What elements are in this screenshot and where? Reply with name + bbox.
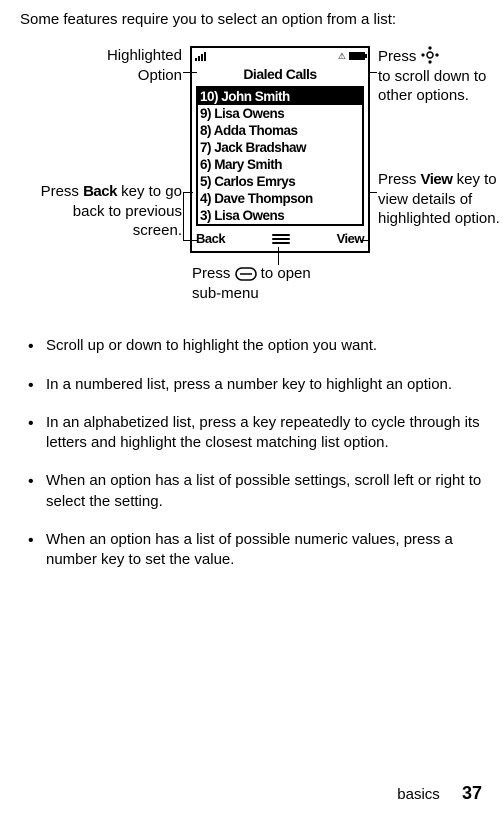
instruction-list: Scroll up or down to highlight the optio… xyxy=(22,336,484,570)
anno-menu: Press to open sub-menu xyxy=(192,264,332,303)
signal-icon xyxy=(195,52,206,61)
list-item[interactable]: 6) Mary Smith xyxy=(198,156,362,173)
instruction-item: In an alphabetized list, press a key rep… xyxy=(22,413,484,454)
diagram: ⚠ Dialed Calls 10) John Smith 9) Lisa Ow… xyxy=(20,42,484,312)
phone-screen: ⚠ Dialed Calls 10) John Smith 9) Lisa Ow… xyxy=(190,46,370,252)
list-item[interactable]: 7) Jack Bradshaw xyxy=(198,139,362,156)
list-item[interactable]: 9) Lisa Owens xyxy=(198,105,362,122)
instruction-item: Scroll up or down to highlight the optio… xyxy=(22,336,484,356)
list-item[interactable]: 4) Dave Thompson xyxy=(198,190,362,207)
list-item[interactable]: 3) Lisa Owens xyxy=(198,207,362,224)
anno-back: Press Back key to go back to previous sc… xyxy=(32,182,182,241)
page-footer: basics 37 xyxy=(397,781,482,805)
status-bar: ⚠ xyxy=(192,48,368,64)
menu-icon[interactable] xyxy=(272,234,290,244)
softkey-back[interactable]: Back xyxy=(196,230,225,248)
instruction-item: When an option has a list of possible se… xyxy=(22,471,484,512)
list-item[interactable]: 5) Carlos Emrys xyxy=(198,173,362,190)
list-item[interactable]: 8) Adda Thomas xyxy=(198,122,362,139)
nav-key-icon xyxy=(421,46,439,64)
softkey-view[interactable]: View xyxy=(337,230,364,248)
anno-scroll: Press to scroll down to other options. xyxy=(378,46,504,106)
screen-title: Dialed Calls xyxy=(192,64,368,84)
menu-key-icon xyxy=(235,267,257,281)
instruction-item: When an option has a list of possible nu… xyxy=(22,530,484,571)
section-label: basics xyxy=(397,786,440,803)
instruction-item: In a numbered list, press a number key t… xyxy=(22,375,484,395)
call-list: 10) John Smith 9) Lisa Owens 8) Adda Tho… xyxy=(196,86,364,226)
anno-view: Press View key to view details of highli… xyxy=(378,170,504,229)
intro-text: Some features require you to select an o… xyxy=(20,10,484,30)
anno-highlighted: Highlighted Option xyxy=(86,46,182,85)
alert-icon: ⚠ xyxy=(338,50,346,62)
page-number: 37 xyxy=(462,783,482,803)
battery-icon xyxy=(349,52,365,60)
softkey-bar: Back View xyxy=(192,230,368,251)
list-item[interactable]: 10) John Smith xyxy=(198,88,362,105)
